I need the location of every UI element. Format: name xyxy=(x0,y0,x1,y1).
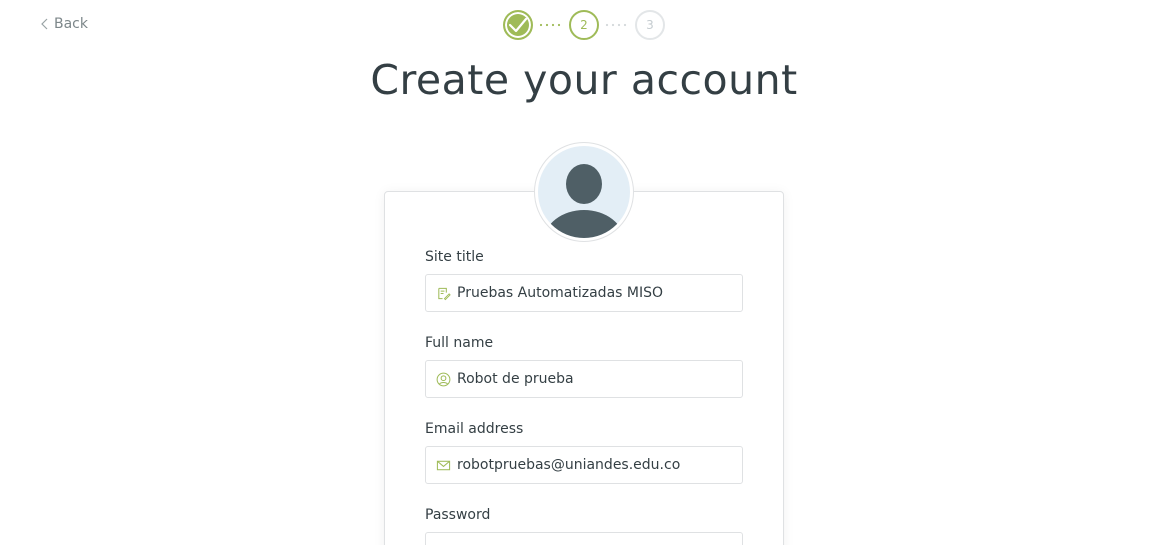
step-separator xyxy=(533,23,569,27)
page-title: Create your account xyxy=(370,56,798,104)
envelope-icon xyxy=(435,457,451,473)
step-3-pending: 3 xyxy=(635,10,665,40)
email-field: Email address xyxy=(425,420,743,484)
step-separator xyxy=(599,23,635,27)
password-input[interactable] xyxy=(457,533,737,545)
full-name-input-wrapper[interactable] xyxy=(425,360,743,398)
site-title-input-wrapper[interactable] xyxy=(425,274,743,312)
email-input-wrapper[interactable] xyxy=(425,446,743,484)
email-label: Email address xyxy=(425,421,524,437)
signup-stepper: 2 3 xyxy=(503,10,665,40)
step-2-number: 2 xyxy=(580,18,588,32)
password-label: Password xyxy=(425,507,491,523)
step-1-complete xyxy=(503,10,533,40)
checkmark-icon xyxy=(508,17,528,33)
user-silhouette-icon xyxy=(544,164,624,238)
chevron-left-icon xyxy=(41,18,48,30)
site-title-input[interactable] xyxy=(457,275,737,311)
full-name-label: Full name xyxy=(425,335,494,351)
full-name-input[interactable] xyxy=(457,361,737,397)
avatar xyxy=(538,146,630,238)
password-input-wrapper[interactable] xyxy=(425,532,743,545)
step-3-number: 3 xyxy=(646,18,654,32)
password-field: Password xyxy=(425,506,743,545)
full-name-field: Full name xyxy=(425,334,743,398)
back-label: Back xyxy=(54,16,88,32)
step-2-current: 2 xyxy=(569,10,599,40)
user-circle-icon xyxy=(435,371,451,387)
email-input[interactable] xyxy=(457,447,737,483)
pencil-doc-icon xyxy=(435,285,451,301)
profile-picture-upload[interactable] xyxy=(534,142,634,242)
site-title-label: Site title xyxy=(425,249,484,265)
site-title-field: Site title xyxy=(425,248,743,312)
back-link[interactable]: Back xyxy=(40,14,88,34)
